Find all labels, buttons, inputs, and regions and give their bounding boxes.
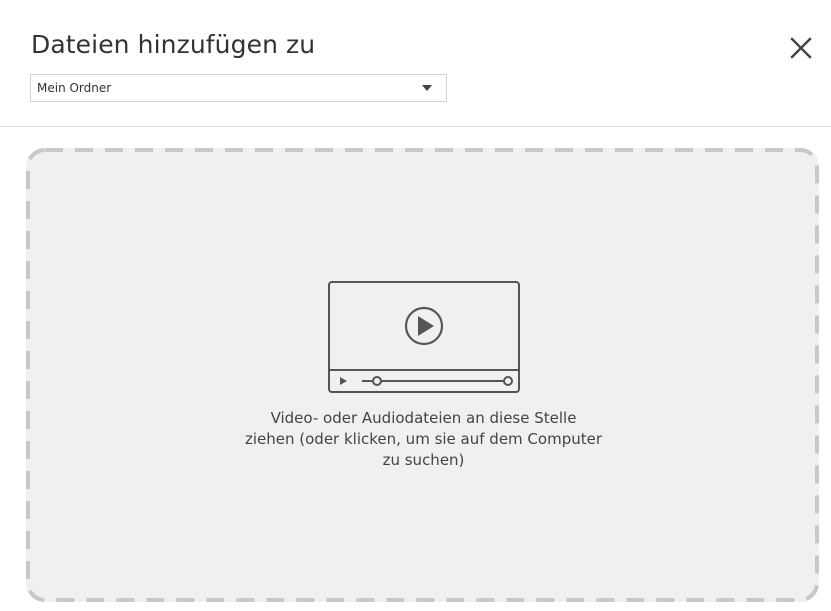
- caret-down-icon: [422, 85, 432, 91]
- folder-select-value: Mein Ordner: [37, 81, 112, 95]
- file-dropzone[interactable]: Video- oder Audiodateien an diese Stelle…: [26, 148, 819, 602]
- dropzone-text-line: zu suchen): [382, 451, 465, 469]
- dropzone-text-line: ziehen (oder klicken, um sie auf dem Com…: [245, 430, 602, 448]
- close-button[interactable]: [786, 34, 816, 64]
- dropzone-text-line: Video- oder Audiodateien an diese Stelle: [270, 409, 577, 427]
- dropzone-instructions: Video- oder Audiodateien an diese Stelle…: [211, 408, 636, 471]
- close-icon: [790, 37, 812, 59]
- video-player-icon: [328, 281, 520, 393]
- dialog-header: Dateien hinzufügen zu Mein Ordner: [0, 0, 831, 127]
- add-files-dialog: Dateien hinzufügen zu Mein Ordner Video-…: [0, 0, 831, 611]
- folder-select[interactable]: Mein Ordner: [30, 74, 447, 102]
- dialog-title: Dateien hinzufügen zu: [31, 30, 316, 59]
